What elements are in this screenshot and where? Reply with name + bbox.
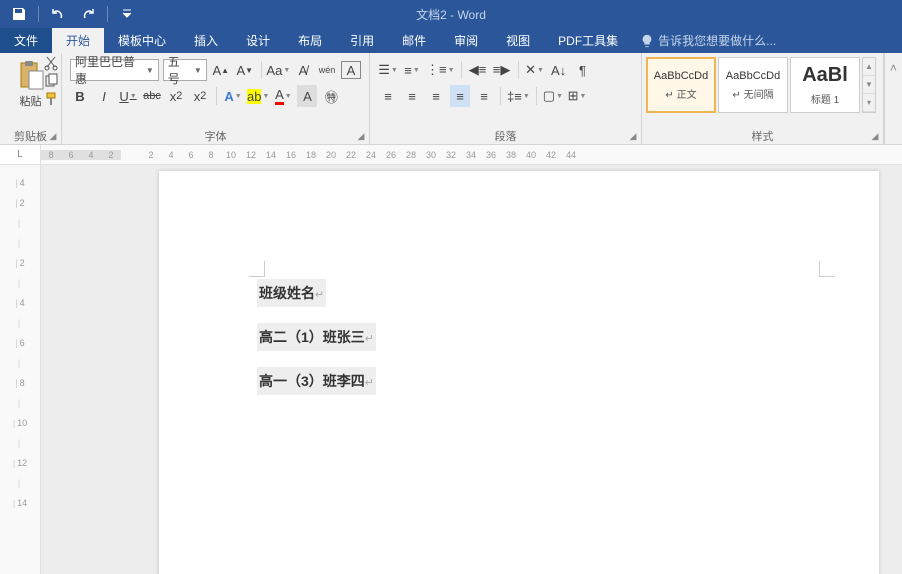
styles-scroll[interactable]: ▲▼▾: [862, 57, 876, 113]
group-label-clipboard: 剪贴板◢: [0, 128, 61, 144]
vertical-ruler[interactable]: 422468101214: [0, 165, 41, 574]
undo-button[interactable]: [45, 2, 71, 26]
paragraph-dialog-launcher[interactable]: ◢: [627, 131, 639, 143]
italic-button[interactable]: I: [94, 85, 114, 107]
style-card[interactable]: AaBbCcDd↵ 无间隔: [718, 57, 788, 113]
tab-template[interactable]: 模板中心: [104, 28, 180, 53]
distributed-button[interactable]: ≡: [474, 85, 494, 107]
tab-view[interactable]: 视图: [492, 28, 544, 53]
numbering-button[interactable]: ≡▼: [402, 59, 422, 81]
bullets-button[interactable]: ☰▼: [378, 59, 398, 81]
tab-home[interactable]: 开始: [52, 28, 104, 53]
show-marks-button[interactable]: ¶: [573, 59, 593, 81]
bold-button[interactable]: B: [70, 85, 90, 107]
decrease-indent-button[interactable]: ◀≡: [468, 59, 488, 81]
ruler-row: L 86422468101214161820222426283032343638…: [0, 145, 902, 165]
style-card[interactable]: AaBl标题 1: [790, 57, 860, 113]
font-size-combo[interactable]: 五号▼: [163, 59, 207, 81]
document-content[interactable]: 班级姓名↵ 高二（1）班张三↵ 高一（3）班李四↵: [257, 279, 376, 411]
copy-button[interactable]: [43, 73, 59, 89]
align-right-button[interactable]: ≡: [426, 85, 446, 107]
change-case-button[interactable]: Aa▼: [268, 59, 289, 81]
save-button[interactable]: [6, 2, 32, 26]
line-spacing-button[interactable]: ‡≡▼: [507, 85, 530, 107]
text-run[interactable]: 高二（1）班张三↵: [257, 323, 376, 351]
style-card[interactable]: AaBbCcDd↵ 正文: [646, 57, 716, 113]
tab-layout[interactable]: 布局: [284, 28, 336, 53]
tab-insert[interactable]: 插入: [180, 28, 232, 53]
text-run[interactable]: 高一（3）班李四↵: [257, 367, 376, 395]
group-paragraph: ☰▼ ≡▼ ⋮≡▼ ◀≡ ≡▶ ✕▼ A↓ ¶ ≡ ≡ ≡ ≡ ≡ ‡≡▼: [370, 53, 642, 144]
quick-access-toolbar: [0, 2, 140, 26]
qat-customize-button[interactable]: [114, 2, 140, 26]
group-font: 阿里巴巴普惠▼ 五号▼ A▲ A▼ Aa▼ A̸ wén A B I U▼ ab…: [62, 53, 370, 144]
cut-button[interactable]: [43, 55, 59, 71]
highlight-button[interactable]: ab▼: [247, 85, 269, 107]
document-viewport[interactable]: 班级姓名↵ 高二（1）班张三↵ 高一（3）班李四↵: [41, 165, 902, 574]
tell-me-search[interactable]: 告诉我您想要做什么...: [632, 28, 776, 53]
tab-file[interactable]: 文件: [0, 28, 52, 53]
font-color-button[interactable]: A▼: [273, 85, 293, 107]
page: 班级姓名↵ 高二（1）班张三↵ 高一（3）班李四↵: [159, 171, 879, 574]
enclose-characters-button[interactable]: ㊕: [321, 85, 341, 107]
font-dialog-launcher[interactable]: ◢: [355, 131, 367, 143]
superscript-button[interactable]: x2: [190, 85, 210, 107]
borders-button[interactable]: ⊞▼: [567, 85, 587, 107]
subscript-button[interactable]: x2: [166, 85, 186, 107]
text-effects-button[interactable]: A▼: [223, 85, 243, 107]
redo-button[interactable]: [75, 2, 101, 26]
clear-formatting-button[interactable]: A̸: [293, 59, 313, 81]
work-area: 422468101214 班级姓名↵ 高二（1）班张三↵ 高一（3）班李四↵: [0, 165, 902, 574]
group-label-font: 字体◢: [62, 128, 369, 144]
group-styles: AaBbCcDd↵ 正文AaBbCcDd↵ 无间隔AaBl标题 1▲▼▾ 样式◢: [642, 53, 884, 144]
document-title: 文档2 - Word: [416, 6, 486, 23]
strikethrough-button[interactable]: abc: [142, 85, 162, 107]
margin-mark-top-right: [819, 261, 835, 277]
lightbulb-icon: [640, 34, 654, 48]
character-border-button[interactable]: A: [341, 61, 361, 79]
collapse-ribbon-button[interactable]: ˄: [884, 53, 902, 144]
clipboard-dialog-launcher[interactable]: ◢: [47, 131, 59, 143]
character-shading-button[interactable]: A: [297, 85, 317, 107]
paste-icon: [15, 59, 47, 91]
ribbon: 粘贴 剪贴板◢ 阿里巴巴普惠▼ 五号▼ A▲ A▼ Aa▼ A̸ wén A: [0, 53, 902, 145]
tab-references[interactable]: 引用: [336, 28, 388, 53]
horizontal-ruler[interactable]: 8642246810121416182022242628303234363840…: [41, 145, 902, 164]
justify-button[interactable]: ≡: [450, 85, 470, 107]
styles-dialog-launcher[interactable]: ◢: [869, 131, 881, 143]
font-name-combo[interactable]: 阿里巴巴普惠▼: [70, 59, 159, 81]
ribbon-tabs: 文件 开始 模板中心 插入 设计 布局 引用 邮件 审阅 视图 PDF工具集 告…: [0, 28, 902, 53]
tab-mail[interactable]: 邮件: [388, 28, 440, 53]
group-label-styles: 样式◢: [642, 128, 883, 144]
align-left-button[interactable]: ≡: [378, 85, 398, 107]
multilevel-list-button[interactable]: ⋮≡▼: [426, 59, 455, 81]
sort-button[interactable]: A↓: [549, 59, 569, 81]
text-run[interactable]: 班级姓名↵: [257, 279, 326, 307]
underline-button[interactable]: U▼: [118, 85, 138, 107]
title-bar: 文档2 - Word: [0, 0, 902, 28]
phonetic-guide-button[interactable]: wén: [317, 59, 337, 81]
format-painter-button[interactable]: [43, 91, 59, 107]
tab-pdf[interactable]: PDF工具集: [544, 28, 632, 53]
shading-button[interactable]: ▢▼: [543, 85, 563, 107]
shrink-font-button[interactable]: A▼: [235, 59, 255, 81]
tab-review[interactable]: 审阅: [440, 28, 492, 53]
group-label-paragraph: 段落◢: [370, 128, 641, 144]
increase-indent-button[interactable]: ≡▶: [492, 59, 512, 81]
grow-font-button[interactable]: A▲: [211, 59, 231, 81]
group-clipboard: 粘贴 剪贴板◢: [0, 53, 62, 144]
tab-design[interactable]: 设计: [232, 28, 284, 53]
align-center-button[interactable]: ≡: [402, 85, 422, 107]
text-direction-button[interactable]: ✕▼: [525, 59, 545, 81]
margin-mark-top-left: [249, 261, 265, 277]
paste-button[interactable]: 粘贴: [20, 93, 42, 109]
tab-selector[interactable]: L: [0, 145, 41, 164]
